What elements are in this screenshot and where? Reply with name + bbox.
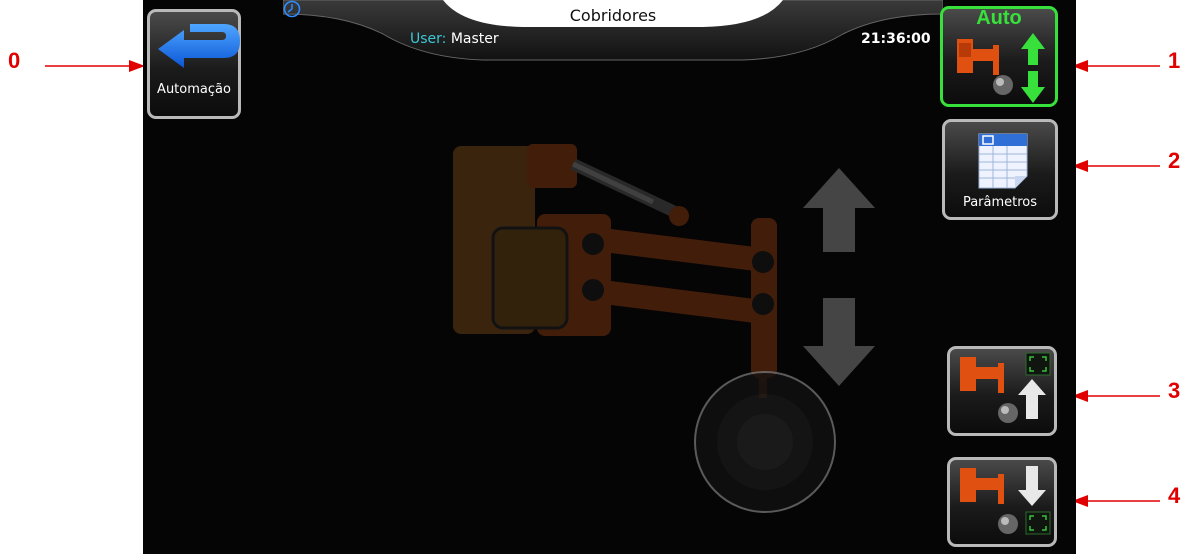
back-button-label: Automação [157,82,231,97]
hmi-screen: Cobridores User: Master 21:36:00 Automaç… [143,0,1076,554]
callout-arrow-0 [45,60,145,72]
clock-icon [283,0,301,18]
parameters-sheet-icon [978,133,1028,189]
callout-arrow-3 [1072,390,1160,402]
user-name: Master [450,31,499,47]
screen-title: Cobridores [569,6,657,25]
auto-mode-icon [957,33,1045,103]
user-info: User: Master [410,31,499,47]
header-bar: Cobridores User: Master 21:36:00 [283,0,943,62]
raise-arm-button[interactable] [947,346,1057,436]
wheel [694,371,836,513]
callout-arrow-2 [1072,160,1160,172]
machine-illustration [453,144,875,513]
callout-4: 4 [1168,483,1181,508]
lower-arm-icon [960,466,1051,535]
callout-0: 0 [8,48,21,73]
parameters-label: Parâmetros [962,195,1038,210]
auto-mode-button[interactable]: Auto [940,6,1058,107]
callout-1: 1 [1168,48,1181,73]
parameters-button[interactable]: Parâmetros [942,119,1058,220]
raise-arm-icon [960,352,1051,423]
up-arrow-icon [803,168,875,252]
auto-label: Auto [976,7,1022,29]
callout-arrow-4 [1072,495,1160,507]
callout-arrow-1 [1072,60,1160,72]
clock-time: 21:36:00 [861,31,931,47]
automation-back-button[interactable]: Automação [147,9,241,119]
user-label: User: [410,31,447,47]
callout-3: 3 [1168,378,1181,403]
back-arrow-icon [158,24,240,68]
lower-arm-button[interactable] [947,457,1057,547]
callout-2: 2 [1168,148,1181,173]
down-arrow-icon [803,298,875,386]
